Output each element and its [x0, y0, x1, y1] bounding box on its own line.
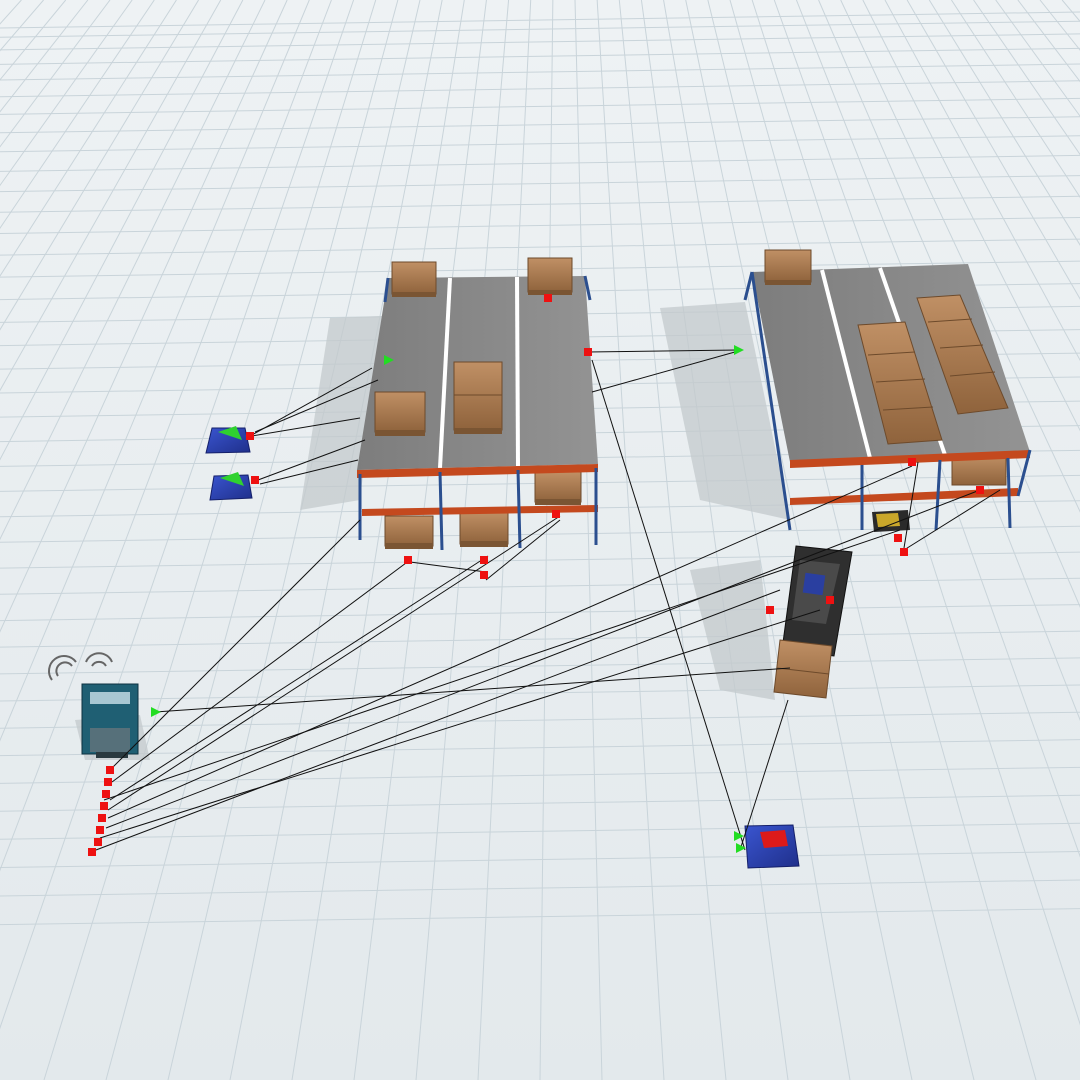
output-port-marker[interactable]: [584, 348, 592, 356]
pallet-box: [453, 361, 503, 434]
pallet-box: [391, 261, 437, 297]
3d-scene-canvas[interactable]: [0, 0, 1080, 1080]
output-port-marker[interactable]: [908, 458, 916, 466]
output-port-marker[interactable]: [544, 294, 552, 302]
queue-bottom-right[interactable]: [744, 824, 800, 869]
pallet-box: [374, 391, 426, 436]
pallet-box: [459, 511, 509, 547]
output-port-marker[interactable]: [976, 486, 984, 494]
output-port-marker[interactable]: [96, 826, 104, 834]
network-node-small[interactable]: [872, 510, 910, 532]
output-port-marker[interactable]: [104, 778, 112, 786]
pallet-box: [764, 249, 812, 285]
output-port-marker[interactable]: [826, 596, 834, 604]
output-port-marker[interactable]: [94, 838, 102, 846]
output-port-marker[interactable]: [98, 814, 106, 822]
output-port-marker[interactable]: [102, 790, 110, 798]
output-port-marker[interactable]: [552, 510, 560, 518]
output-port-marker[interactable]: [404, 556, 412, 564]
output-port-marker[interactable]: [100, 802, 108, 810]
output-port-marker[interactable]: [894, 534, 902, 542]
output-port-marker[interactable]: [88, 848, 96, 856]
queue-lower-left[interactable]: [209, 472, 253, 501]
output-port-marker[interactable]: [480, 571, 488, 579]
pallet-box: [384, 515, 434, 549]
output-port-marker[interactable]: [251, 476, 259, 484]
output-port-marker[interactable]: [480, 556, 488, 564]
output-port-marker[interactable]: [900, 548, 908, 556]
rack-divider: [515, 276, 520, 467]
output-port-marker[interactable]: [766, 606, 774, 614]
pallet-box: [527, 257, 573, 295]
output-port-marker[interactable]: [106, 766, 114, 774]
queue-upper-left[interactable]: [205, 426, 251, 454]
output-port-marker[interactable]: [246, 432, 254, 440]
simulation-viewport[interactable]: [0, 0, 1080, 1080]
pallet-box: [534, 471, 582, 505]
dispatcher-tower-icon: [81, 683, 139, 758]
